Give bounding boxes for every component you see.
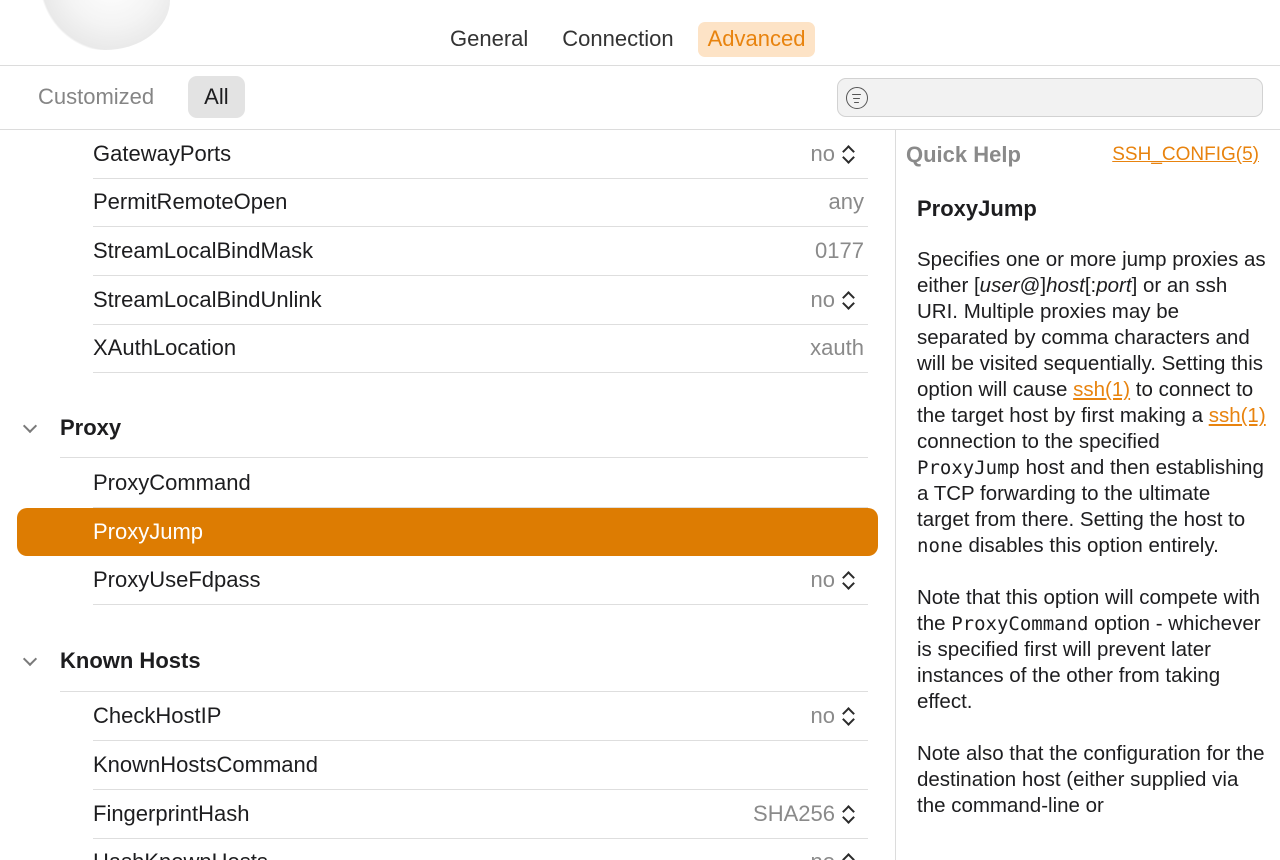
help-text: [:: [1084, 274, 1097, 297]
help-text: disables this option entirely.: [962, 534, 1219, 557]
ssh-man-link[interactable]: ssh(1): [1209, 404, 1266, 427]
option-row-proxyusefdpass[interactable]: ProxyUseFdpass no: [93, 556, 868, 605]
option-value-popup[interactable]: no: [811, 703, 855, 729]
help-paragraph: Specifies one or more jump proxies as ei…: [917, 247, 1267, 559]
option-value: SHA256: [753, 801, 835, 826]
option-label: PermitRemoteOpen: [93, 189, 288, 214]
scope-segmented-control: Customized All: [22, 76, 245, 118]
up-down-chevron-icon: [841, 851, 855, 860]
option-row-gatewayports[interactable]: GatewayPorts no: [93, 130, 868, 179]
app-icon: [40, 0, 170, 50]
option-value-popup[interactable]: no: [811, 849, 855, 860]
option-value-popup[interactable]: no: [811, 141, 855, 167]
up-down-chevron-icon: [841, 803, 855, 825]
option-value-popup[interactable]: no: [811, 567, 855, 593]
option-value-field[interactable]: any: [829, 189, 864, 215]
help-code: ProxyJump: [917, 457, 1020, 479]
tab-general[interactable]: General: [440, 22, 538, 57]
option-label: KnownHostsCommand: [93, 752, 318, 777]
option-value: no: [810, 567, 835, 592]
ssh-man-link[interactable]: ssh(1): [1073, 378, 1130, 401]
option-row-proxyjump[interactable]: ProxyJump: [17, 508, 878, 556]
help-option-title: ProxyJump: [917, 196, 1037, 221]
help-paragraph: Note that this option will compete with …: [917, 585, 1267, 715]
option-row-xauthlocation[interactable]: XAuthLocation xauth: [93, 324, 868, 373]
option-label: ProxyCommand: [93, 470, 251, 495]
search-field[interactable]: [837, 78, 1263, 117]
option-row-checkhostip[interactable]: CheckHostIP no: [93, 692, 868, 741]
up-down-chevron-icon: [841, 569, 855, 591]
help-code: ProxyCommand: [951, 613, 1089, 635]
section-header-proxy[interactable]: Proxy: [0, 409, 868, 449]
option-label: XAuthLocation: [93, 335, 237, 360]
option-value-popup[interactable]: no: [811, 287, 855, 313]
divider: [60, 457, 868, 458]
option-label: CheckHostIP: [93, 703, 222, 728]
preferences-tabs: General Connection Advanced: [440, 22, 816, 57]
help-paragraph: Note also that the configuration for the…: [917, 742, 1265, 817]
option-row-proxycommand[interactable]: ProxyCommand: [93, 459, 868, 508]
option-row-hashknownhosts[interactable]: HashKnownHosts no: [93, 838, 868, 860]
tab-connection[interactable]: Connection: [552, 22, 683, 57]
section-header-known-hosts[interactable]: Known Hosts: [0, 642, 868, 682]
help-text: connection to the specified: [917, 430, 1160, 453]
filter-bar: Customized All: [0, 66, 1280, 130]
preferences-toolbar: General Connection Advanced: [0, 0, 1280, 66]
tab-advanced[interactable]: Advanced: [697, 22, 816, 57]
option-label: ProxyUseFdpass: [93, 567, 261, 592]
up-down-chevron-icon: [841, 705, 855, 727]
help-text-italic: host: [1046, 274, 1085, 297]
option-value: no: [810, 287, 835, 312]
option-row-permitremoteopen[interactable]: PermitRemoteOpen any: [93, 178, 868, 227]
option-label: StreamLocalBindMask: [93, 238, 314, 263]
option-value: no: [810, 703, 835, 728]
option-value-popup[interactable]: SHA256: [753, 801, 855, 827]
option-value-field[interactable]: 0177: [815, 238, 864, 264]
segment-all[interactable]: All: [188, 76, 245, 118]
option-label: FingerprintHash: [93, 801, 250, 826]
option-label: ProxyJump: [93, 519, 204, 544]
up-down-chevron-icon: [841, 143, 855, 165]
help-text-italic: user: [979, 274, 1020, 297]
option-row-streamlocalbindmask[interactable]: StreamLocalBindMask 0177: [93, 227, 868, 276]
option-row-knownhostscommand[interactable]: KnownHostsCommand: [93, 741, 868, 790]
disclosure-chevron-icon[interactable]: [22, 418, 38, 434]
help-code: none: [917, 535, 963, 557]
option-label: StreamLocalBindUnlink: [93, 287, 322, 312]
section-title: Known Hosts: [60, 648, 201, 673]
options-list[interactable]: GatewayPorts no PermitRemoteOpen any Str…: [0, 130, 895, 860]
man-page-link[interactable]: SSH_CONFIG(5): [1112, 144, 1259, 166]
help-text-italic: port: [1096, 274, 1132, 297]
help-description: Specifies one or more jump proxies as ei…: [917, 247, 1267, 845]
section-title: Proxy: [60, 415, 122, 440]
segment-customized[interactable]: Customized: [22, 76, 170, 118]
option-row-streamlocalbindunlink[interactable]: StreamLocalBindUnlink no: [93, 276, 868, 325]
option-value-field[interactable]: xauth: [810, 335, 864, 361]
option-value: no: [810, 141, 835, 166]
disclosure-chevron-icon[interactable]: [22, 651, 38, 667]
option-row-fingerprinthash[interactable]: FingerprintHash SHA256: [93, 790, 868, 839]
filter-icon[interactable]: [846, 87, 868, 109]
option-label: GatewayPorts: [93, 141, 232, 166]
up-down-chevron-icon: [841, 289, 855, 311]
option-label: HashKnownHosts: [93, 849, 268, 860]
quick-help-heading: Quick Help: [906, 142, 1021, 167]
help-text: @]: [1019, 274, 1047, 297]
quick-help-panel: Quick Help SSH_CONFIG(5) ProxyJump Speci…: [896, 130, 1280, 860]
option-value: no: [811, 849, 835, 860]
